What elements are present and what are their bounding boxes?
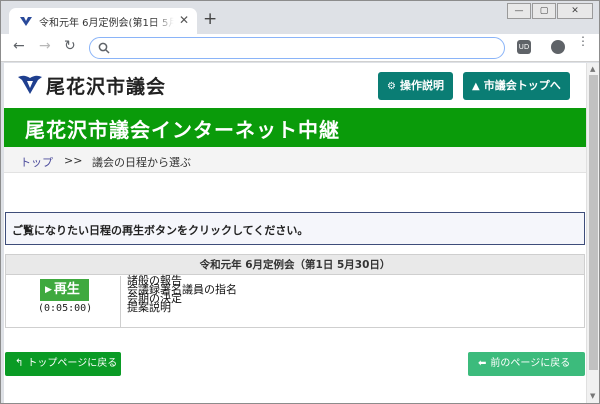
schedule-header: 令和元年 6月定例会（第1日 5月30日） <box>6 255 584 275</box>
breadcrumb-home-link[interactable]: トップ <box>20 154 53 170</box>
city-emblem-logo <box>18 75 42 94</box>
forward-button[interactable]: → <box>39 38 51 54</box>
profile-avatar-icon[interactable] <box>551 40 565 54</box>
back-to-previous-label: 前のページに戻る <box>490 358 571 369</box>
play-button[interactable]: ▶ 再生 <box>40 279 89 301</box>
back-to-previous-button[interactable]: ⬅ 前のページに戻る <box>468 352 585 376</box>
browser-menu-icon[interactable]: ⋮ <box>577 35 589 47</box>
tab-strip: 令和元年 6月定例会(第1日 5月30日) ✕ + — ▢ ✕ <box>1 1 599 34</box>
building-icon: ▲ <box>472 81 480 92</box>
play-label: 再生 <box>53 282 80 297</box>
help-button-label: 操作説明 <box>399 79 444 92</box>
back-button[interactable]: ← <box>13 38 25 54</box>
site-header: 尾花沢市議会 ⚙ 操作説明 ▲ 市議会トップへ <box>4 63 586 108</box>
back-to-top-label: トップページに戻る <box>27 358 118 369</box>
page-banner: 尾花沢市議会インターネット中継 <box>4 108 586 147</box>
breadcrumb-separator: >> <box>64 154 83 167</box>
address-bar[interactable] <box>89 37 505 59</box>
duration-label: (0:05:00) <box>38 303 93 314</box>
council-top-label: 市議会トップへ <box>483 79 561 92</box>
page-scrollbar[interactable]: ▲ ▼ <box>586 63 599 403</box>
scroll-up-icon[interactable]: ▲ <box>590 65 595 73</box>
page-viewport: 尾花沢市議会 ⚙ 操作説明 ▲ 市議会トップへ 尾花沢市議会インターネット中継 トッ… <box>4 63 586 403</box>
breadcrumb: トップ >> 議会の日程から選ぶ <box>4 147 586 173</box>
back-to-top-button[interactable]: ↰ トップページに戻る <box>5 352 121 376</box>
favicon-icon <box>20 17 32 26</box>
tab-title: 令和元年 6月定例会(第1日 5月30日) <box>39 18 174 29</box>
window-close-button[interactable]: ✕ <box>557 3 593 19</box>
schedule-table: 令和元年 6月定例会（第1日 5月30日） ▶ 再生 (0:05:00) 諸般の報… <box>5 254 585 328</box>
browser-toolbar: ← → ↻ UD ⋮ <box>1 34 599 62</box>
reload-button[interactable]: ↻ <box>64 38 76 54</box>
page-title: 尾花沢市議会インターネット中継 <box>25 118 340 142</box>
scroll-down-icon[interactable]: ▼ <box>590 392 595 400</box>
return-arrow-icon: ↰ <box>15 358 24 369</box>
site-name: 尾花沢市議会 <box>46 76 167 98</box>
minimize-button[interactable]: — <box>507 3 531 19</box>
instruction-box: ご覧になりたい日程の再生ボタンをクリックしてください。 <box>5 212 585 245</box>
left-arrow-icon: ⬅ <box>478 358 487 369</box>
gear-icon: ⚙ <box>387 81 396 92</box>
breadcrumb-current: 議会の日程から選ぶ <box>92 156 191 169</box>
agenda-item: 提案説明 <box>127 301 171 314</box>
tab-close-icon[interactable]: ✕ <box>179 13 189 27</box>
browser-window: 令和元年 6月定例会(第1日 5月30日) ✕ + — ▢ ✕ ← → ↻ UD… <box>0 0 600 404</box>
play-icon: ▶ <box>45 285 52 295</box>
agenda-list: 諸般の報告 会議録署名議員の指名 会期の決定 提案説明 <box>127 275 237 314</box>
extension-icon[interactable]: UD <box>517 40 531 54</box>
new-tab-button[interactable]: + <box>203 9 217 29</box>
browser-tab[interactable]: 令和元年 6月定例会(第1日 5月30日) ✕ <box>9 8 197 34</box>
schedule-play-cell: ▶ 再生 (0:05:00) <box>6 276 121 327</box>
help-button[interactable]: ⚙ 操作説明 <box>378 72 453 100</box>
maximize-button[interactable]: ▢ <box>532 3 556 19</box>
council-top-button[interactable]: ▲ 市議会トップへ <box>463 72 570 100</box>
search-icon <box>98 42 110 54</box>
instruction-text: ご覧になりたい日程の再生ボタンをクリックしてください。 <box>12 224 309 237</box>
scrollbar-thumb[interactable] <box>589 75 598 370</box>
